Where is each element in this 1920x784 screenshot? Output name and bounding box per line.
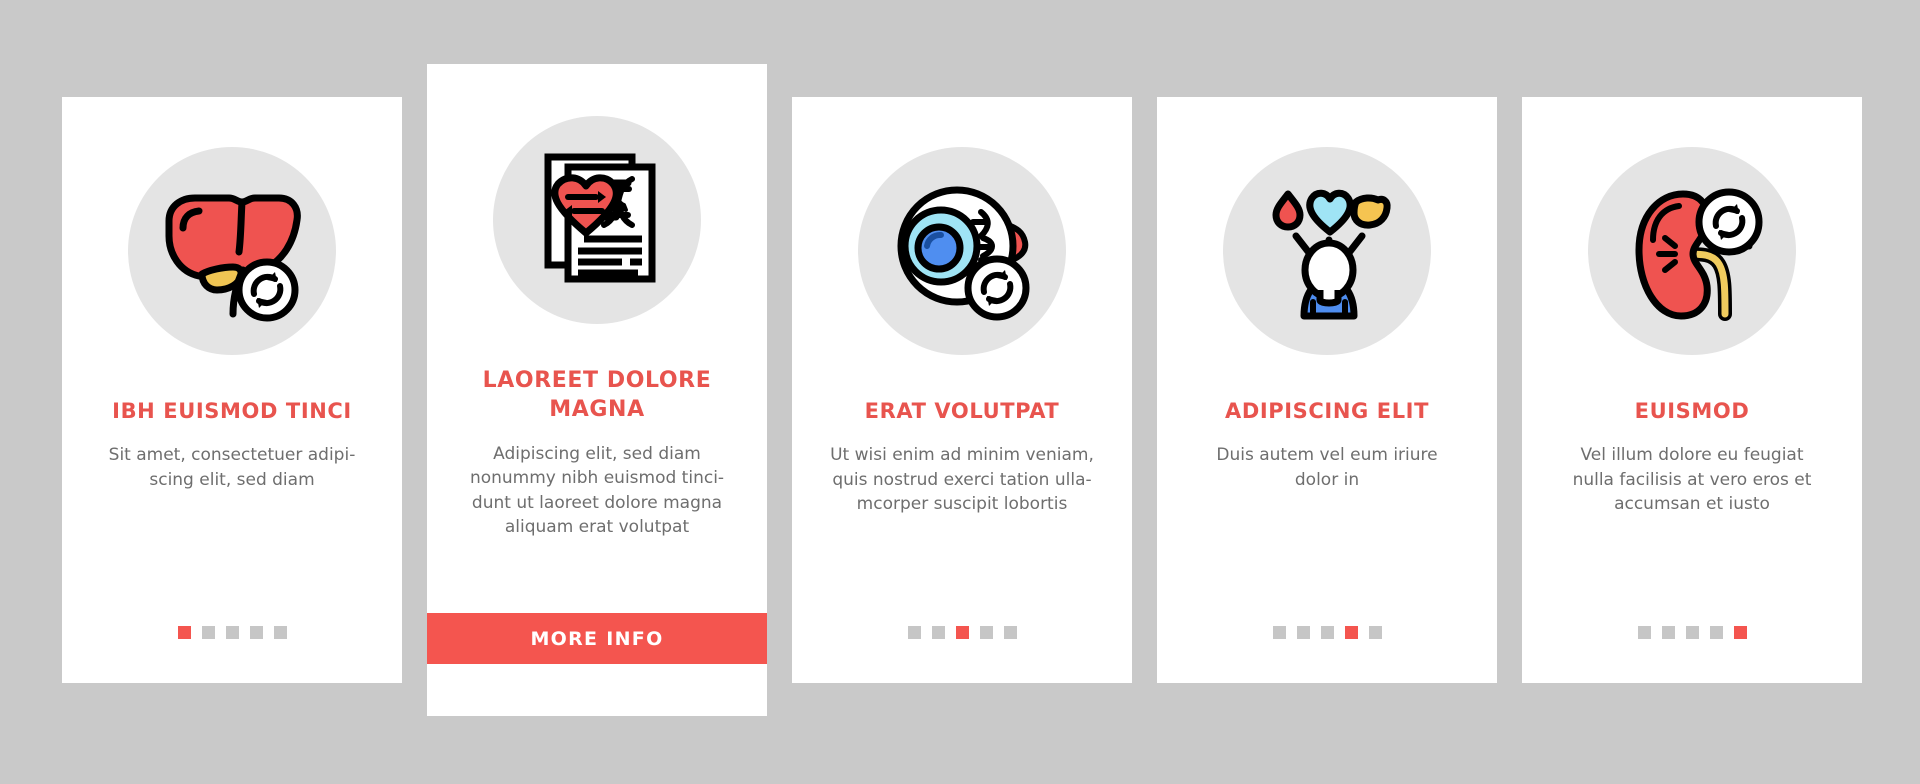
heart-dna-document-icon <box>493 116 701 324</box>
pagination-dot[interactable] <box>1661 626 1675 639</box>
pagination-dot[interactable] <box>1733 626 1747 639</box>
onboarding-card-4[interactable]: ADIPISCING ELIT Duis autem vel eum iriur… <box>1157 97 1497 683</box>
card-description: Adipiscing elit, sed diam nonummy nibh e… <box>469 443 725 538</box>
pagination-dot[interactable] <box>1709 626 1723 639</box>
pagination-dots-5[interactable] <box>1637 626 1747 639</box>
pagination-dot[interactable] <box>1272 626 1286 639</box>
pagination-dot[interactable] <box>249 626 263 639</box>
card-title: LAOREET DOLORE MAGNA <box>482 368 712 423</box>
organ-donor-person-icon <box>1223 147 1431 355</box>
card-title: EUISMOD <box>1634 399 1750 423</box>
pagination-dots-1[interactable] <box>177 626 287 639</box>
pagination-dot[interactable] <box>1003 626 1017 639</box>
pagination-dots-3[interactable] <box>907 626 1017 639</box>
card-description: Vel illum dolore eu feugiat nulla facili… <box>1572 444 1812 515</box>
more-info-button[interactable]: MORE INFO <box>427 613 767 664</box>
pagination-dot[interactable] <box>907 626 921 639</box>
pagination-dot[interactable] <box>201 626 215 639</box>
pagination-dot[interactable] <box>979 626 993 639</box>
onboarding-card-1[interactable]: IBH EUISMOD TINCI Sit amet, consectetuer… <box>62 97 402 683</box>
kidney-transplant-icon <box>1588 147 1796 355</box>
pagination-dot[interactable] <box>225 626 239 639</box>
card-title: IBH EUISMOD TINCI <box>112 399 352 423</box>
eye-cornea-transplant-icon <box>858 147 1066 355</box>
pagination-dot[interactable] <box>1368 626 1382 639</box>
liver-transplant-icon <box>128 147 336 355</box>
pagination-dots-4[interactable] <box>1272 626 1382 639</box>
pagination-dot[interactable] <box>1296 626 1310 639</box>
onboarding-screens-stage: IBH EUISMOD TINCI Sit amet, consectetuer… <box>0 0 1920 784</box>
card-description: Duis autem vel eum iriure dolor in <box>1216 444 1438 490</box>
card-title: ADIPISCING ELIT <box>1224 399 1430 423</box>
onboarding-card-2-featured[interactable]: LAOREET DOLORE MAGNA Adipiscing elit, se… <box>427 64 767 716</box>
pagination-dot[interactable] <box>931 626 945 639</box>
pagination-dot[interactable] <box>1685 626 1699 639</box>
card-title: ERAT VOLUTPAT <box>864 399 1060 423</box>
pagination-dot[interactable] <box>1344 626 1358 639</box>
card-description: Ut wisi enim ad minim veniam, quis nostr… <box>830 444 1094 515</box>
pagination-dot[interactable] <box>273 626 287 639</box>
pagination-dot[interactable] <box>177 626 191 639</box>
card-description: Sit amet, consectetuer adipi- scing elit… <box>108 444 356 490</box>
onboarding-card-3[interactable]: ERAT VOLUTPAT Ut wisi enim ad minim veni… <box>792 97 1132 683</box>
pagination-dot[interactable] <box>1320 626 1334 639</box>
pagination-dot[interactable] <box>1637 626 1651 639</box>
pagination-dot[interactable] <box>955 626 969 639</box>
onboarding-card-5[interactable]: EUISMOD Vel illum dolore eu feugiat null… <box>1522 97 1862 683</box>
